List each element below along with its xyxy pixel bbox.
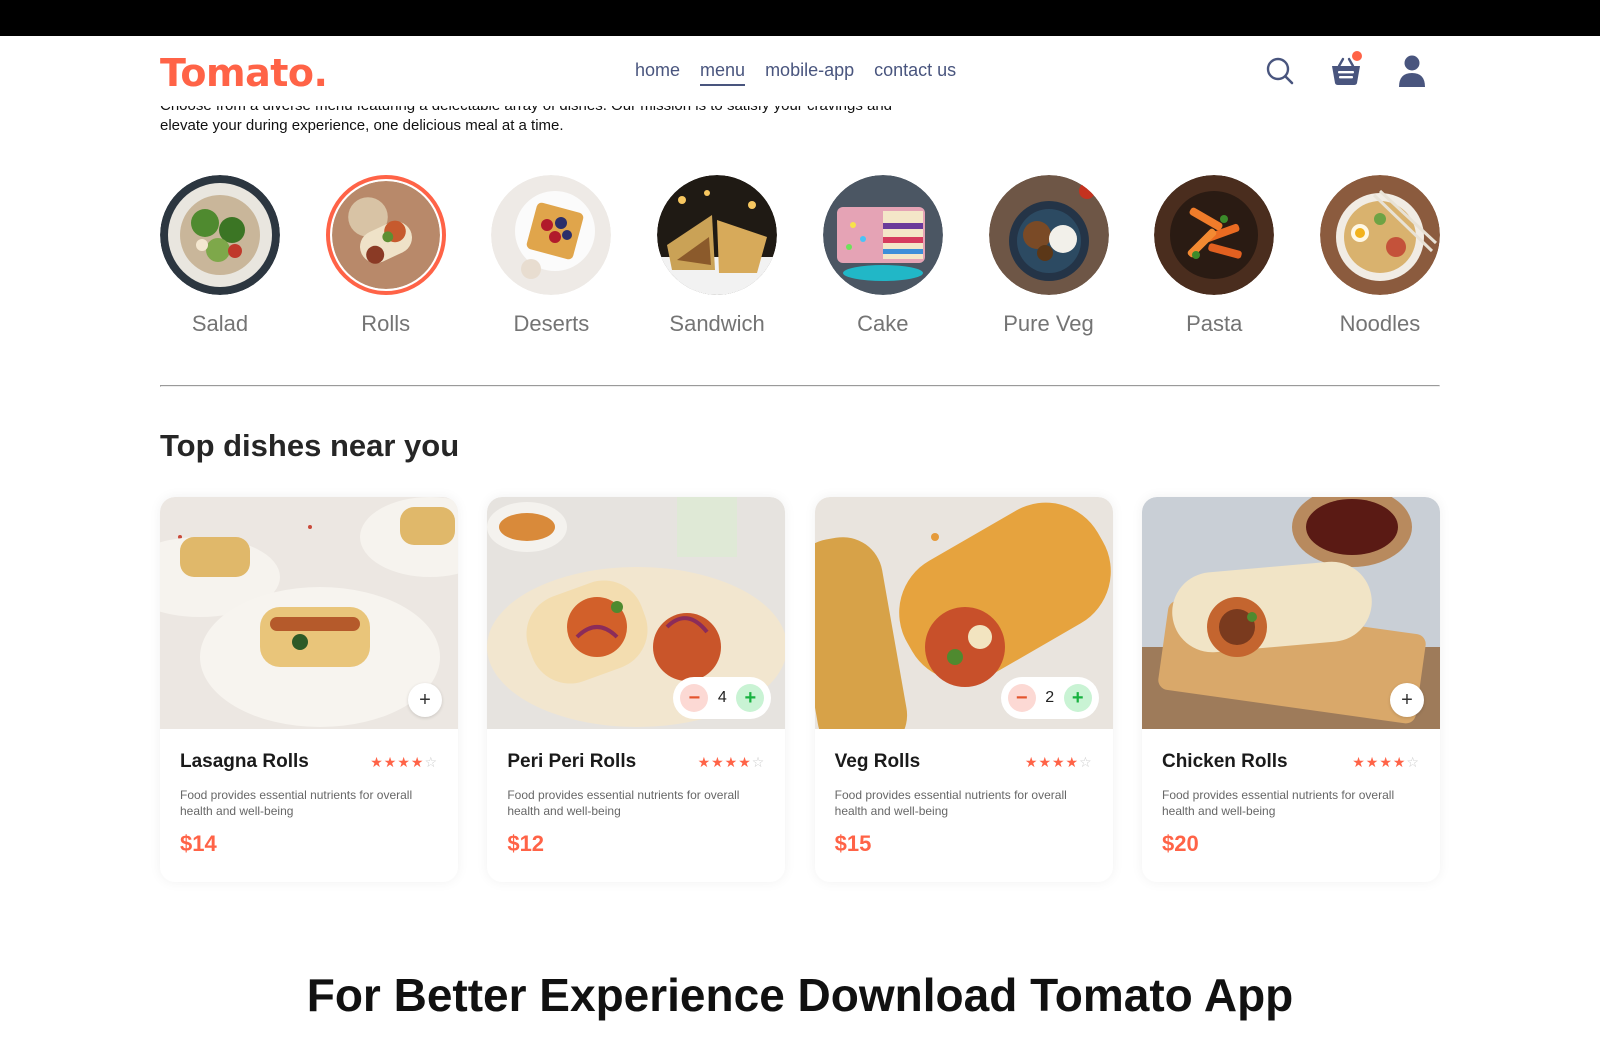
rating-stars-icon: ★★★★☆ [1024,753,1093,770]
dish-price: $12 [507,831,545,856]
dish-list: + Lasagna Rolls ★★★★☆ Food provides esse… [160,497,1440,882]
category-label: Deserts [513,311,590,336]
dish-info: Lasagna Rolls ★★★★☆ Food provides essent… [160,729,458,879]
profile-icon[interactable] [1394,53,1430,89]
nav-link-home[interactable]: home [635,60,680,86]
nav-link-contact-us[interactable]: contact us [874,60,956,86]
category-image [1319,175,1440,295]
category-image [1154,175,1275,295]
rating-stars-icon: ★★★★☆ [370,753,438,770]
category-rolls[interactable]: Rolls [325,175,446,337]
category-label: Sandwich [669,311,765,336]
category-deserts[interactable]: Deserts [491,175,612,337]
category-sandwich[interactable]: Sandwich [657,175,778,337]
dish-card[interactable]: − 4 + Peri Peri Rolls ★★★★☆ Food provide… [487,497,786,882]
dish-price: $14 [180,831,217,856]
dish-description: Food provides essential nutrients for ov… [1161,788,1395,818]
dish-image: − 2 + [814,497,1113,729]
dish-description: Food provides essential nutrients for ov… [507,788,740,818]
dish-image: + [1141,497,1440,729]
category-salad[interactable]: Salad [160,175,280,337]
category-label: Rolls [361,311,411,336]
top-dishes-title: Top dishes near you [160,428,460,463]
category-label: Noodles [1339,311,1421,336]
navbar: Tomato. home menu mobile-app contact us [0,36,1600,106]
nav-links: home menu mobile-app contact us [635,60,956,86]
cart-notification-dot [1352,51,1362,61]
category-label: Cake [857,311,909,336]
dish-description: Food provides essential nutrients for ov… [834,788,1067,818]
dish-description: Food provides essential nutrients for ov… [180,788,413,818]
category-label: Salad [191,311,249,336]
dish-name: Chicken Rolls [1161,751,1288,772]
dish-info: Chicken Rolls ★★★★☆ Food provides essent… [1142,729,1440,879]
category-image [325,175,446,295]
dish-card[interactable]: + Chicken Rolls ★★★★☆ Food provides esse… [1141,497,1440,882]
app-download-heading: For Better Experience Download Tomato Ap… [306,969,1294,1021]
plus-icon[interactable]: + [736,684,765,712]
quantity-value: 4 [717,689,727,706]
category-image [491,175,612,295]
dish-image: − 4 + [487,497,786,729]
nav-link-mobile-app[interactable]: mobile-app [765,60,854,86]
dish-card[interactable]: + Lasagna Rolls ★★★★☆ Food provides esse… [160,497,458,882]
nav-link-menu[interactable]: menu [700,60,746,86]
browser-top-bar [0,0,1600,36]
category-image [160,175,280,295]
category-image [988,175,1109,295]
basket-icon[interactable] [1328,51,1364,89]
section-divider [160,385,1440,387]
plus-icon: + [419,688,431,711]
dish-info: Veg Rolls ★★★★☆ Food provides essential … [815,729,1113,879]
quantity-value: 2 [1045,689,1055,706]
rating-stars-icon: ★★★★☆ [697,753,766,770]
add-to-cart-button[interactable]: + [1389,683,1424,717]
dish-name: Lasagna Rolls [180,751,309,772]
category-cake[interactable]: Cake [822,175,943,337]
nav-actions [1262,51,1430,89]
category-label: Pasta [1186,311,1243,336]
dish-info: Peri Peri Rolls ★★★★☆ Food provides esse… [487,729,785,879]
dish-price: $15 [834,831,872,856]
plus-icon[interactable]: + [1063,684,1092,712]
category-image [822,175,943,295]
add-to-cart-button[interactable]: + [408,683,442,717]
category-noodles[interactable]: Noodles [1319,175,1440,337]
dish-name: Veg Rolls [834,751,921,772]
category-image [657,175,778,295]
category-pure-veg[interactable]: Pure Veg [988,175,1109,337]
quantity-stepper: − 2 + [1000,677,1099,719]
search-icon[interactable] [1262,53,1298,89]
category-list: Salad Rolls Deserts Sandwich Cake Pure V… [160,175,1440,337]
logo[interactable]: Tomato. [160,51,328,95]
rating-stars-icon: ★★★★☆ [1352,753,1420,770]
dish-image: + [160,497,458,729]
minus-icon[interactable]: − [680,684,709,712]
dish-card[interactable]: − 2 + Veg Rolls ★★★★☆ Food provides esse… [814,497,1113,882]
minus-icon[interactable]: − [1007,684,1036,712]
dish-price: $20 [1161,831,1199,856]
dish-name: Peri Peri Rolls [507,751,637,772]
quantity-stepper: − 4 + [673,677,772,719]
category-label: Pure Veg [1003,311,1094,336]
plus-icon: + [1401,688,1413,711]
category-pasta[interactable]: Pasta [1154,175,1275,337]
